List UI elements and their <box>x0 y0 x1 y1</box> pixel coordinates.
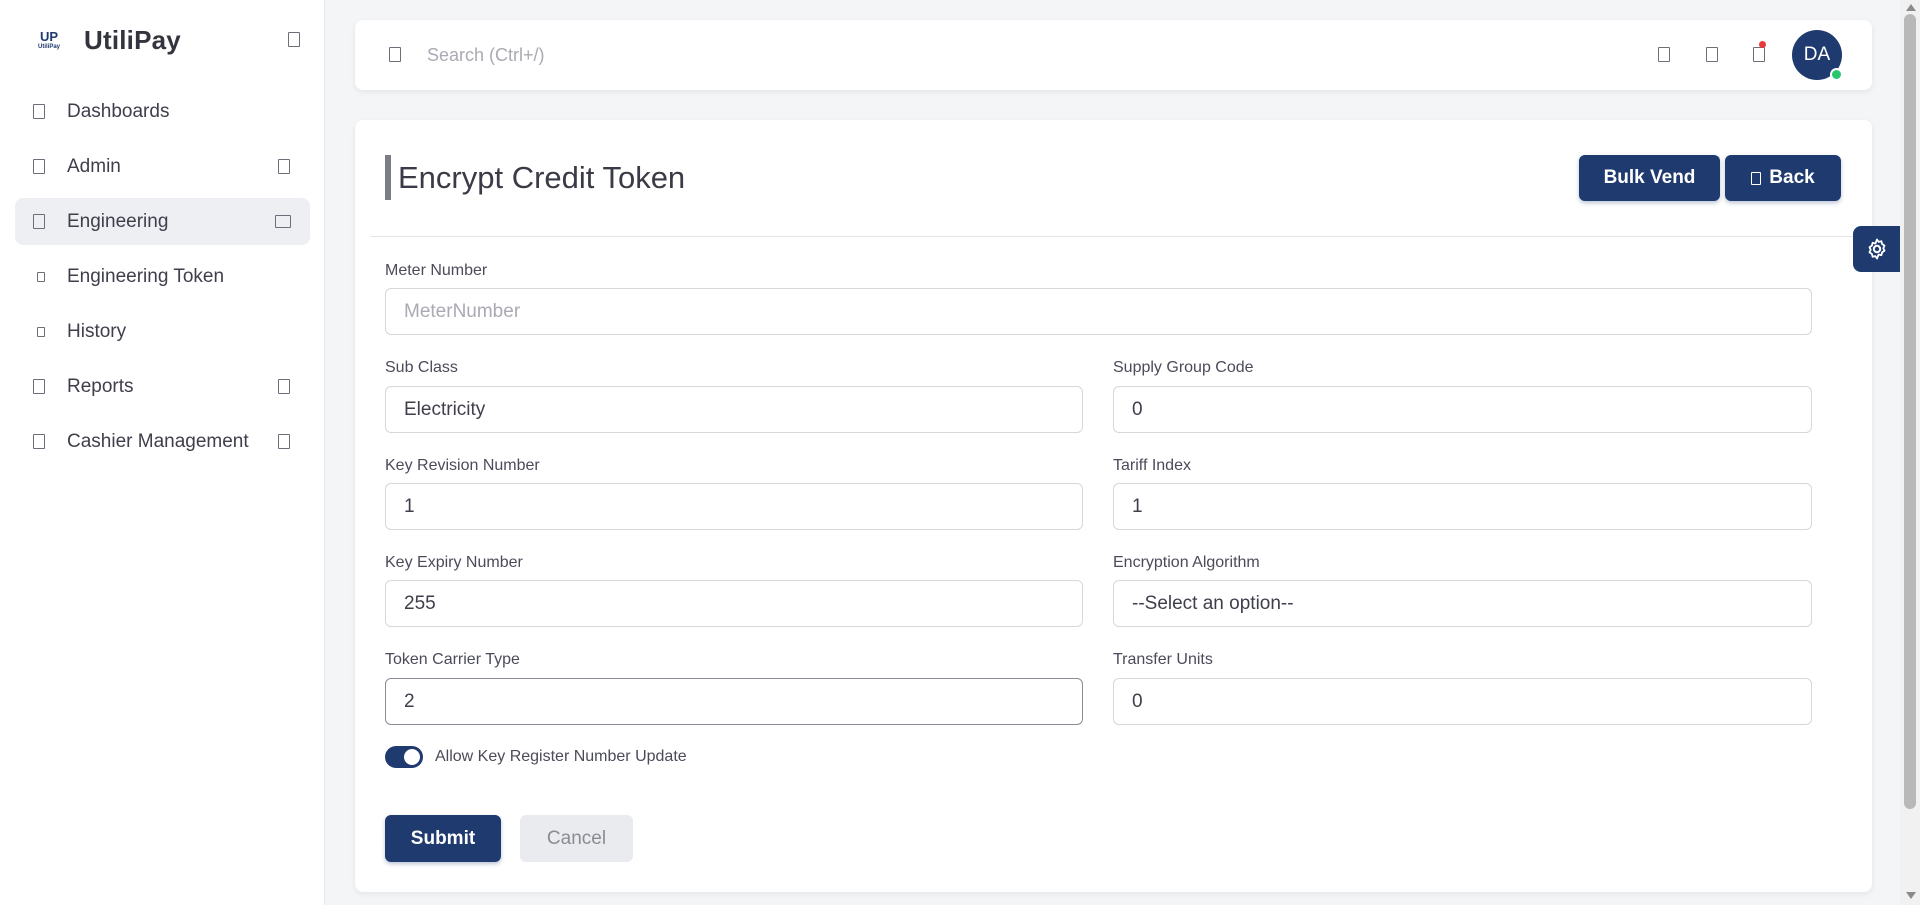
page-title: Encrypt Credit Token <box>398 160 686 195</box>
brand-logo-mark: UP <box>39 29 59 44</box>
chevron-right-icon <box>278 159 290 174</box>
scrollbar-thumb[interactable] <box>1904 14 1916 809</box>
sidebar-item-label: Engineering Token <box>67 265 225 287</box>
brand-logo: UP UtiliPay <box>34 25 64 55</box>
gear-icon <box>1868 238 1886 260</box>
toggle-knob <box>404 749 420 765</box>
sidebar-item-label: Admin <box>67 155 121 177</box>
key-expiry-number-field[interactable] <box>385 580 1083 627</box>
back-label: Back <box>1769 167 1815 188</box>
sidebar-item-engineering-token[interactable]: Engineering Token <box>15 253 310 300</box>
allow-krn-update-label: Allow Key Register Number Update <box>435 748 687 765</box>
notification-dot <box>1759 41 1766 48</box>
transfer-units-field[interactable] <box>1113 678 1812 725</box>
cancel-button[interactable]: Cancel <box>520 815 633 862</box>
scroll-down-arrow-icon[interactable] <box>1906 892 1916 899</box>
encrypt-credit-token-card: Encrypt Credit Token Bulk Vend Back Mete… <box>355 120 1872 892</box>
sidebar-item-engineering[interactable]: Engineering <box>15 198 310 245</box>
supply-group-code-label: Supply Group Code <box>1113 359 1254 376</box>
scroll-up-arrow-icon[interactable] <box>1906 4 1916 11</box>
sidebar-item-cashier-management[interactable]: Cashier Management <box>15 418 310 465</box>
sidebar-item-dashboards[interactable]: Dashboards <box>15 88 310 135</box>
chevron-down-icon <box>275 215 291 228</box>
customizer-settings-button[interactable] <box>1853 226 1901 272</box>
sidebar-item-history[interactable]: History <box>15 308 310 355</box>
tariff-index-label: Tariff Index <box>1113 457 1191 474</box>
header-divider <box>370 236 1857 237</box>
dashboard-icon <box>33 104 45 119</box>
supply-group-code-field[interactable] <box>1113 386 1812 433</box>
back-button[interactable]: Back <box>1725 155 1841 201</box>
sub-class-label: Sub Class <box>385 359 458 376</box>
brand-logo-subtext: UtiliPay <box>37 44 60 50</box>
notification-bell-icon[interactable] <box>1753 47 1765 62</box>
key-expiry-number-label: Key Expiry Number <box>385 554 523 571</box>
chevron-right-icon <box>278 379 290 394</box>
sidebar-item-reports[interactable]: Reports <box>15 363 310 410</box>
topbar: DA <box>355 20 1872 90</box>
theme-icon[interactable] <box>1706 47 1718 62</box>
title-accent-bar <box>385 155 391 200</box>
encryption-algorithm-label: Encryption Algorithm <box>1113 554 1260 571</box>
submit-button[interactable]: Submit <box>385 815 501 862</box>
brand[interactable]: UP UtiliPay UtiliPay <box>34 22 181 58</box>
sidebar-toggle-icon[interactable] <box>288 32 300 47</box>
search-input[interactable] <box>427 38 827 72</box>
key-revision-number-field[interactable] <box>385 483 1083 530</box>
sidebar-item-label: Cashier Management <box>67 430 249 452</box>
encryption-algorithm-select[interactable]: --Select an option-- <box>1113 580 1812 627</box>
allow-krn-update-toggle[interactable] <box>385 746 423 768</box>
token-carrier-type-label: Token Carrier Type <box>385 651 520 668</box>
search-icon[interactable] <box>389 47 401 62</box>
sidebar: UP UtiliPay UtiliPay Dashboards Admin En… <box>0 0 325 905</box>
sub-class-field[interactable] <box>385 386 1083 433</box>
sidebar-item-label: Engineering <box>67 210 169 232</box>
sidebar-item-label: Reports <box>67 375 134 397</box>
key-revision-number-label: Key Revision Number <box>385 457 540 474</box>
language-icon[interactable] <box>1658 47 1670 62</box>
page-scrollbar[interactable] <box>1900 0 1920 905</box>
token-carrier-type-field[interactable] <box>385 678 1083 725</box>
transfer-units-label: Transfer Units <box>1113 651 1213 668</box>
cashier-icon <box>33 434 45 449</box>
engineering-icon <box>33 214 45 229</box>
tariff-index-field[interactable] <box>1113 483 1812 530</box>
cancel-label: Cancel <box>546 827 607 849</box>
admin-icon <box>33 159 45 174</box>
sidebar-nav: Dashboards Admin Engineering Engineering… <box>15 88 310 473</box>
avatar-initials: DA <box>1803 44 1831 65</box>
meter-number-field[interactable] <box>385 288 1812 335</box>
submit-label: Submit <box>410 827 476 849</box>
sidebar-item-label: History <box>67 320 127 342</box>
arrow-left-icon <box>1751 171 1762 185</box>
sidebar-item-label: Dashboards <box>67 100 170 122</box>
bullet-icon <box>37 272 45 282</box>
bullet-icon <box>37 327 45 337</box>
bulk-vend-label: Bulk Vend <box>1603 167 1696 188</box>
bulk-vend-button[interactable]: Bulk Vend <box>1579 155 1720 201</box>
brand-name: UtiliPay <box>84 24 181 55</box>
online-status-indicator <box>1830 68 1843 81</box>
chevron-right-icon <box>278 434 290 449</box>
sidebar-item-admin[interactable]: Admin <box>15 143 310 190</box>
reports-icon <box>33 379 45 394</box>
meter-number-label: Meter Number <box>385 262 488 279</box>
